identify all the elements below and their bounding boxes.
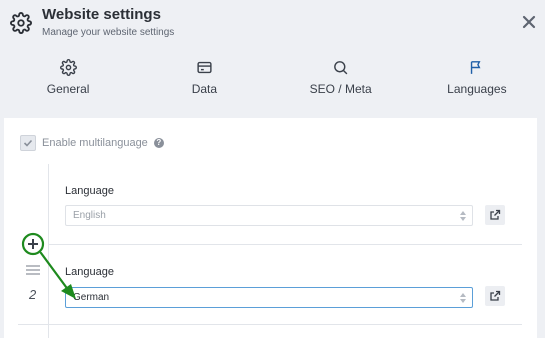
tab-general[interactable]: General bbox=[0, 56, 136, 106]
flag-icon bbox=[471, 61, 481, 74]
settings-tabs: General Data SEO / Meta Languages bbox=[0, 56, 545, 106]
open-language-2-button[interactable] bbox=[485, 286, 505, 306]
drag-handle-icon[interactable] bbox=[26, 265, 40, 275]
language-label: Language bbox=[65, 266, 114, 278]
language-select-1[interactable]: English bbox=[65, 205, 473, 226]
divider bbox=[18, 324, 522, 325]
tab-label: Languages bbox=[447, 82, 507, 96]
gear-icon bbox=[59, 59, 77, 76]
search-icon bbox=[334, 61, 348, 75]
language-index: 2 bbox=[29, 287, 37, 302]
help-icon[interactable]: ? bbox=[153, 138, 164, 148]
multilanguage-checkbox[interactable] bbox=[20, 135, 36, 151]
tab-languages[interactable]: Languages bbox=[409, 56, 545, 106]
tab-label: SEO / Meta bbox=[309, 82, 372, 96]
updown-icon bbox=[460, 211, 466, 221]
updown-icon bbox=[460, 293, 466, 303]
languages-panel: Enable multilanguage ? Language English … bbox=[4, 118, 537, 338]
check-icon bbox=[23, 139, 33, 147]
gear-icon bbox=[10, 12, 32, 34]
open-language-1-button[interactable] bbox=[485, 205, 505, 225]
dialog-header: Website settings Manage your website set… bbox=[0, 0, 545, 116]
multilanguage-row: Enable multilanguage ? bbox=[20, 135, 164, 151]
tab-data[interactable]: Data bbox=[136, 56, 272, 106]
tab-label: General bbox=[46, 82, 90, 96]
language-select-2[interactable]: German bbox=[65, 287, 473, 308]
divider bbox=[48, 244, 522, 245]
external-link-icon bbox=[490, 290, 501, 301]
select-value: English bbox=[73, 210, 106, 221]
external-link-icon bbox=[490, 209, 501, 220]
tab-label: Data bbox=[191, 82, 218, 96]
dialog-title: Website settings bbox=[42, 6, 161, 23]
close-icon[interactable] bbox=[521, 14, 537, 30]
language-label: Language bbox=[65, 185, 114, 197]
dialog-subtitle: Manage your website settings bbox=[42, 27, 175, 38]
multilanguage-label: Enable multilanguage bbox=[42, 137, 148, 149]
select-value: German bbox=[73, 292, 110, 303]
tab-seo-meta[interactable]: SEO / Meta bbox=[273, 56, 409, 106]
divider bbox=[48, 164, 49, 338]
card-icon bbox=[197, 61, 212, 74]
